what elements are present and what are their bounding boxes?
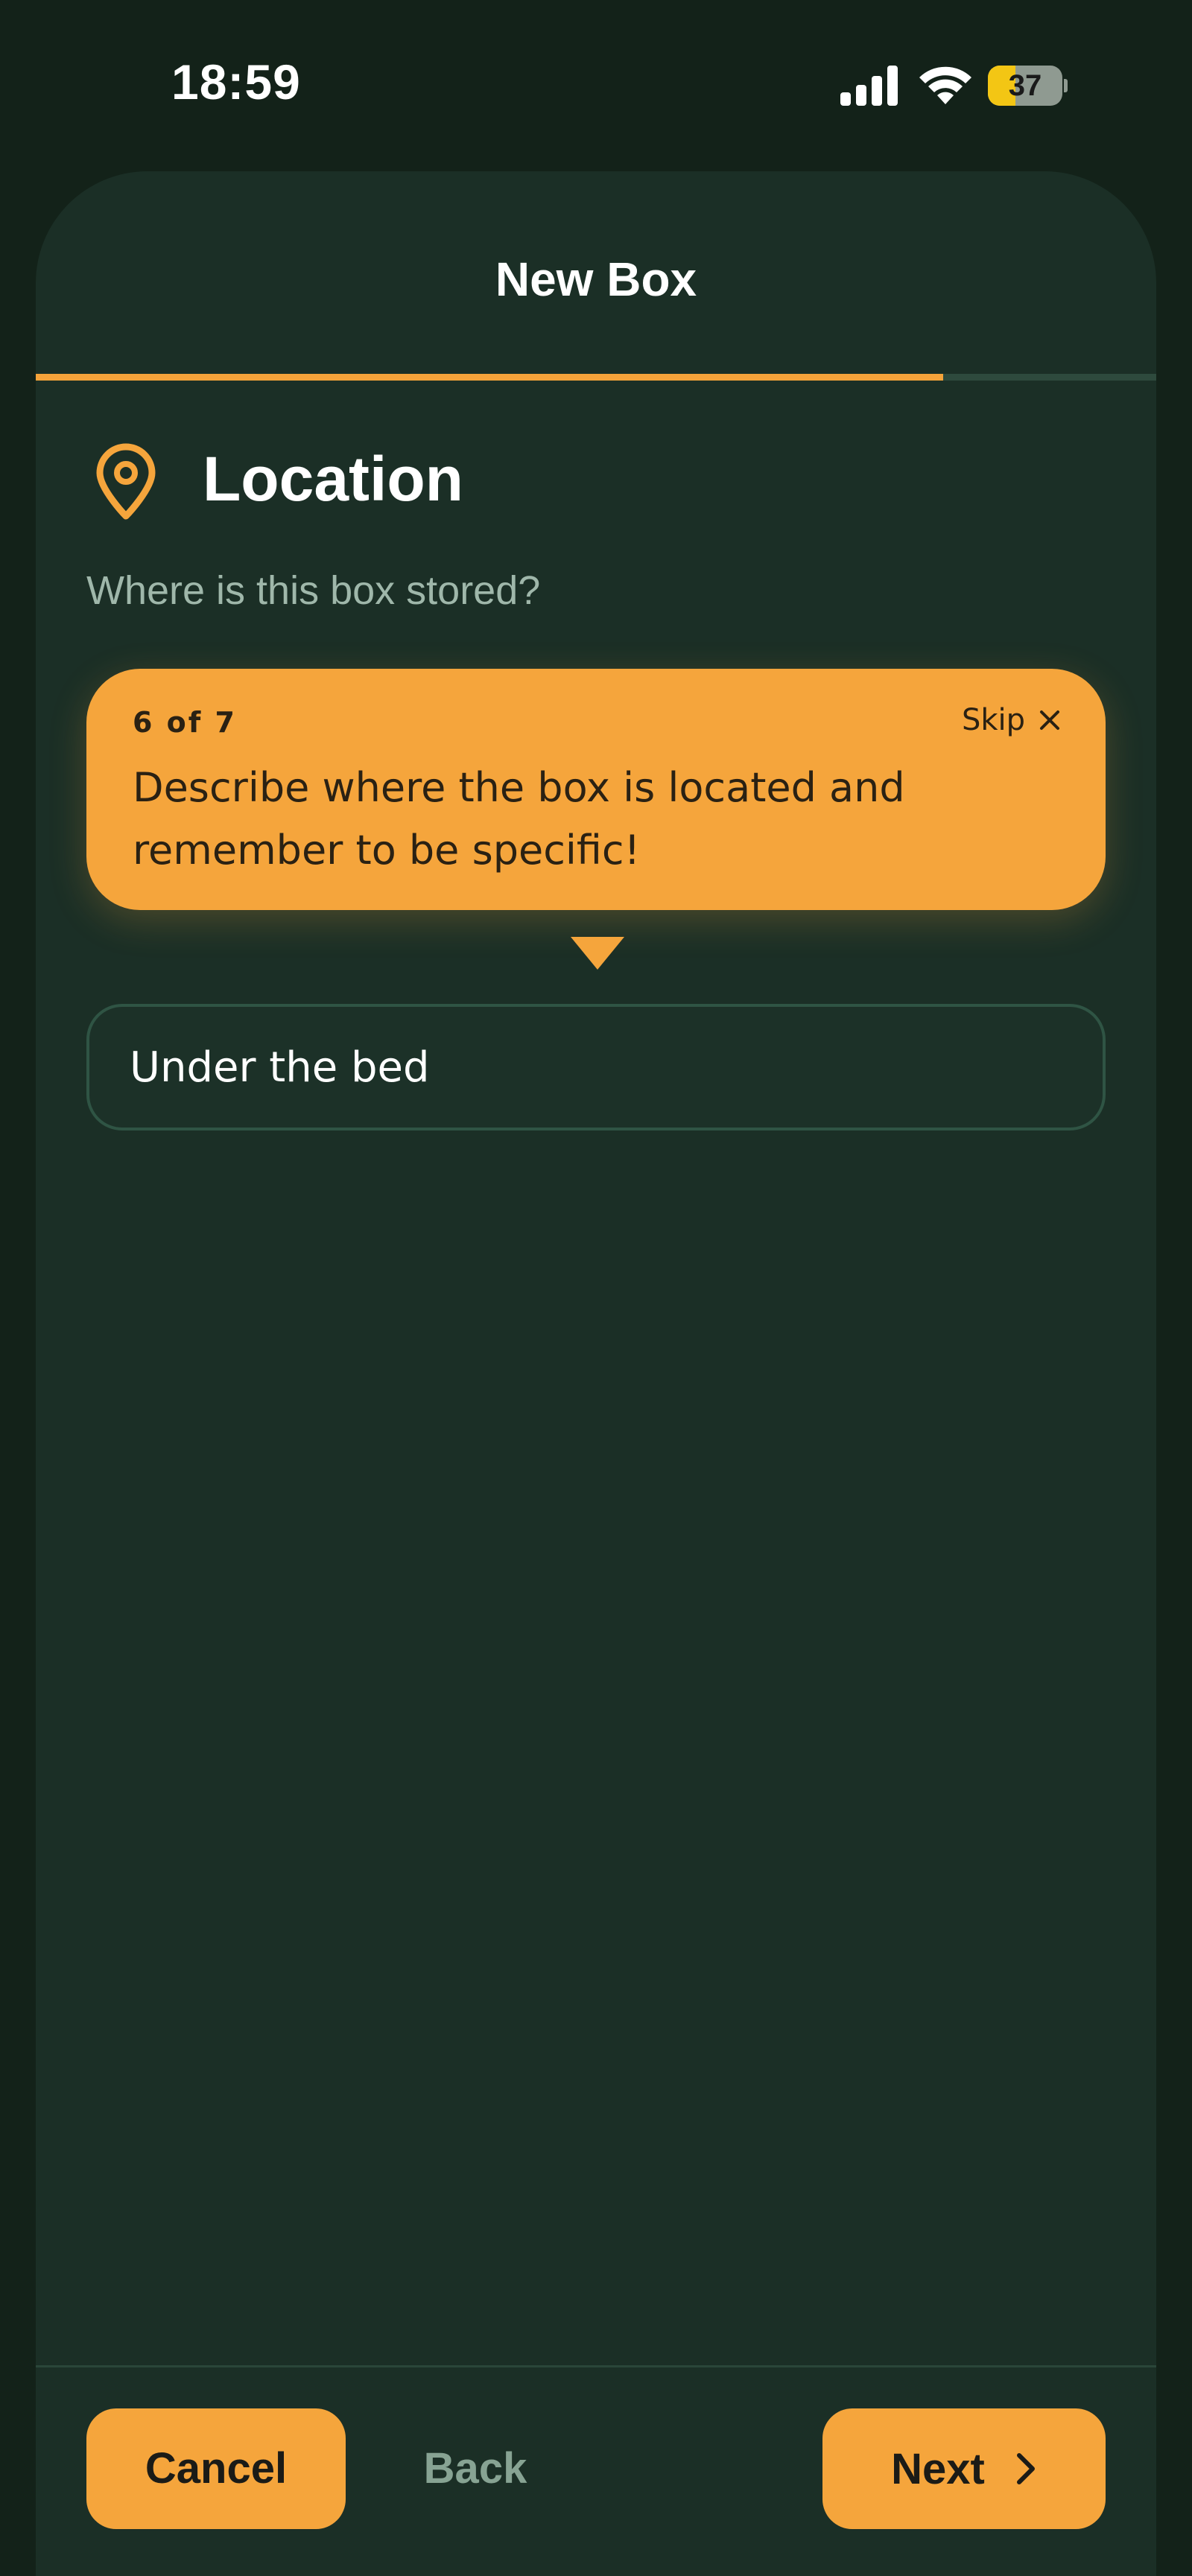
wifi-icon: [919, 66, 971, 104]
battery-body: 37: [988, 66, 1062, 106]
next-button[interactable]: Next: [822, 2408, 1106, 2529]
back-button[interactable]: Back: [378, 2408, 572, 2529]
section-subtitle: Where is this box stored?: [86, 568, 541, 613]
location-pin-icon: [96, 443, 156, 520]
progress-fill: [36, 374, 944, 381]
close-icon: [1040, 710, 1059, 730]
battery-tip: [1064, 79, 1068, 92]
tooltip-step-counter: 6 of 7: [133, 706, 237, 739]
tooltip-message: Describe where the box is located and re…: [133, 764, 905, 874]
skip-label: Skip: [961, 703, 1025, 737]
next-label: Next: [891, 2444, 985, 2493]
cancel-button[interactable]: Cancel: [86, 2408, 346, 2529]
screen: 18:59 37 New Box Location Where is this …: [0, 0, 1192, 2576]
progress-bar: [36, 374, 1156, 381]
tooltip-pointer: [571, 937, 624, 970]
battery-icon: 37: [988, 66, 1068, 106]
battery-level: 37: [1008, 69, 1042, 102]
onboarding-tooltip: 6 of 7 Skip Describe where the box is lo…: [86, 669, 1106, 910]
skip-button[interactable]: Skip: [962, 703, 1061, 737]
section-title: Location: [203, 444, 463, 514]
chevron-right-icon: [1016, 2453, 1035, 2484]
new-box-sheet: New Box Location Where is this box store…: [36, 171, 1156, 2576]
location-input[interactable]: [86, 1004, 1106, 1130]
footer-divider: [36, 2365, 1156, 2367]
status-time: 18:59: [171, 54, 301, 109]
status-bar: 18:59 37: [0, 0, 1192, 171]
sheet-title: New Box: [495, 252, 697, 306]
signal-icon: [840, 66, 898, 106]
